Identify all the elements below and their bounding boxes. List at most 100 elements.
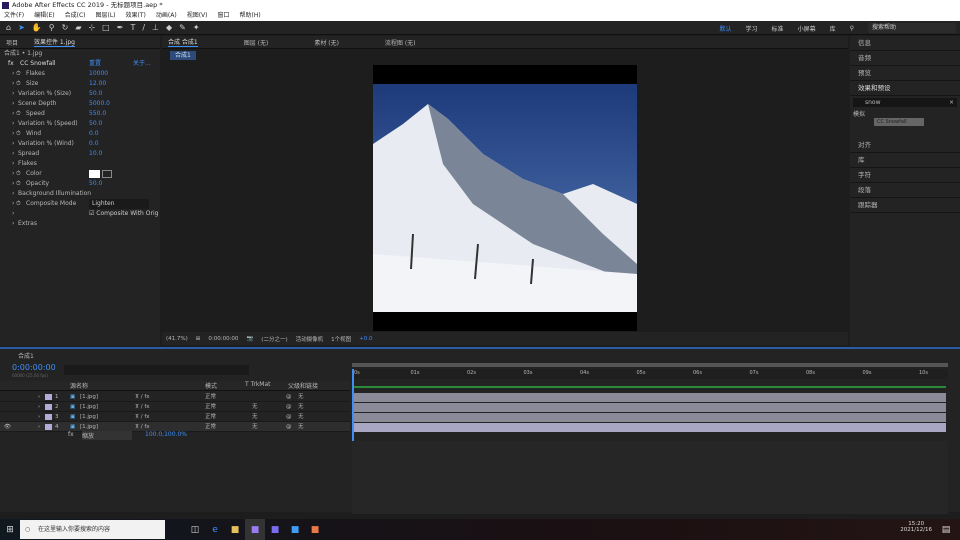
hand-tool-icon[interactable]: ✋ bbox=[32, 23, 42, 32]
time-ruler[interactable]: 0s 01s 02s 03s 04s 05s 06s 07s 08s 09s 10s bbox=[352, 369, 948, 379]
panel-audio[interactable]: 音频 bbox=[850, 51, 960, 66]
tab-layer[interactable]: 图层 (无) bbox=[244, 38, 269, 47]
workspace-default[interactable]: 默认 bbox=[720, 24, 732, 33]
menu-layer[interactable]: 图层(L) bbox=[96, 11, 116, 21]
layer-duration-bar[interactable] bbox=[354, 393, 946, 402]
rectangle-tool-icon[interactable]: □ bbox=[102, 23, 110, 32]
expand-arrow-icon[interactable]: › bbox=[12, 69, 14, 79]
col-trkmat[interactable]: T TrkMat bbox=[245, 381, 271, 388]
app-icon[interactable]: ■ bbox=[305, 519, 325, 540]
after-effects-icon[interactable]: ■ bbox=[245, 519, 265, 540]
panel-character[interactable]: 字符 bbox=[850, 168, 960, 183]
expand-arrow-icon[interactable]: › bbox=[12, 89, 14, 99]
menu-view[interactable]: 视图(V) bbox=[187, 11, 208, 21]
col-parent[interactable]: 父级和链接 bbox=[288, 381, 318, 390]
mode-dropdown[interactable]: 正常 bbox=[205, 392, 216, 402]
stopwatch-icon[interactable]: ⏱ bbox=[16, 199, 21, 209]
layer-name[interactable]: [1.jpg] bbox=[80, 402, 98, 412]
work-area-bar[interactable] bbox=[352, 363, 948, 367]
panel-align[interactable]: 对齐 bbox=[850, 138, 960, 153]
switches[interactable]: ⊼ / fx bbox=[135, 392, 150, 402]
magnification-dropdown[interactable]: (41.7%) bbox=[166, 336, 188, 342]
layer-row[interactable]: › 2 ▣ [1.jpg] ⊼ / fx 正常 无 @ 无 bbox=[0, 402, 350, 412]
mode-dropdown[interactable]: 正常 bbox=[205, 412, 216, 422]
stopwatch-icon[interactable]: ⏱ bbox=[16, 69, 21, 79]
about-button[interactable]: 关于... bbox=[133, 59, 151, 69]
expand-arrow-icon[interactable]: › bbox=[12, 109, 14, 119]
trkmat-dropdown[interactable]: 无 bbox=[252, 412, 258, 422]
category-simulation[interactable]: 模拟 bbox=[850, 109, 960, 118]
color-swatch[interactable] bbox=[89, 170, 100, 178]
parent-dropdown[interactable]: 无 bbox=[298, 412, 304, 422]
panel-paragraph[interactable]: 段落 bbox=[850, 183, 960, 198]
current-time[interactable]: 0:00:00:00 bbox=[208, 336, 238, 342]
panel-preview[interactable]: 预览 bbox=[850, 66, 960, 81]
switches[interactable]: ⊼ / fx bbox=[135, 402, 150, 412]
type-tool-icon[interactable]: T bbox=[130, 23, 135, 32]
effect-cc-snowfall[interactable]: CC Snowfall bbox=[874, 118, 924, 126]
grid-icon[interactable]: ⊞ bbox=[196, 336, 201, 342]
expand-arrow-icon[interactable]: › bbox=[12, 169, 14, 179]
layer-expand-icon[interactable]: › bbox=[38, 412, 40, 422]
composite-with-original-checkbox[interactable]: ☑ Composite With Orig bbox=[89, 209, 158, 219]
effects-search-input[interactable]: snow × bbox=[853, 98, 957, 107]
stopwatch-icon[interactable]: ⏱ bbox=[16, 169, 21, 179]
expand-arrow-icon[interactable]: › bbox=[12, 159, 14, 169]
tab-footage[interactable]: 素材 (无) bbox=[314, 38, 339, 47]
tab-flowchart[interactable]: 流程图 (无) bbox=[385, 38, 416, 47]
expand-arrow-icon[interactable]: › bbox=[12, 199, 14, 209]
exposure-value[interactable]: +0.0 bbox=[359, 336, 372, 342]
param-value[interactable]: 0.0 bbox=[89, 129, 99, 139]
col-mode[interactable]: 模式 bbox=[205, 381, 217, 390]
layer-expand-icon[interactable]: › bbox=[38, 392, 40, 402]
clock[interactable]: 15:20 2021/12/16 bbox=[900, 521, 932, 533]
expand-arrow-icon[interactable]: › bbox=[12, 119, 14, 129]
expand-arrow-icon[interactable]: › bbox=[12, 99, 14, 109]
mode-dropdown[interactable]: 正常 bbox=[205, 402, 216, 412]
param-value[interactable]: 10000 bbox=[89, 69, 108, 79]
search-icon[interactable]: ⚲ bbox=[850, 25, 854, 32]
layer-expand-icon[interactable]: › bbox=[38, 402, 40, 412]
clone-stamp-icon[interactable]: ⊥ bbox=[152, 23, 159, 32]
expand-arrow-icon[interactable]: › bbox=[12, 79, 14, 89]
stopwatch-icon[interactable]: ⏱ bbox=[16, 109, 21, 119]
views-dropdown[interactable]: 1个视图 bbox=[331, 335, 351, 343]
param-value[interactable]: 50.0 bbox=[89, 119, 102, 129]
workspace-small-screen[interactable]: 小屏幕 bbox=[798, 24, 816, 33]
stopwatch-icon[interactable]: ⏱ bbox=[16, 179, 21, 189]
menu-help[interactable]: 帮助(H) bbox=[240, 11, 261, 21]
pickwhip-icon[interactable]: @ bbox=[286, 412, 292, 422]
pickwhip-icon[interactable]: @ bbox=[286, 402, 292, 412]
param-value[interactable]: 550.0 bbox=[89, 109, 106, 119]
tab-timeline-comp[interactable]: 合成1 bbox=[18, 351, 34, 360]
stopwatch-icon[interactable]: ⏱ bbox=[16, 79, 21, 89]
composite-mode-dropdown[interactable]: Lighten bbox=[89, 199, 149, 209]
panel-libraries[interactable]: 库 bbox=[850, 153, 960, 168]
menu-effect[interactable]: 效果(T) bbox=[126, 11, 146, 21]
roto-brush-icon[interactable]: ✎ bbox=[179, 23, 186, 32]
label-color-icon[interactable] bbox=[45, 394, 52, 400]
fx-icon[interactable]: fx bbox=[8, 59, 14, 69]
menu-animation[interactable]: 动画(A) bbox=[156, 11, 177, 21]
layer-row[interactable]: › 3 ▣ [1.jpg] ⊼ / fx 正常 无 @ 无 bbox=[0, 412, 350, 422]
workspace-standard[interactable]: 标准 bbox=[772, 24, 784, 33]
param-value[interactable]: 5000.0 bbox=[89, 99, 110, 109]
help-search-input[interactable]: 搜索帮助 bbox=[868, 23, 956, 33]
task-view-icon[interactable]: ◫ bbox=[185, 519, 205, 540]
camera-tool-icon[interactable]: ▰ bbox=[75, 23, 81, 32]
taskbar-search[interactable]: ○ 在这里输入你要搜索的内容 bbox=[20, 520, 165, 539]
rotate-tool-icon[interactable]: ↻ bbox=[62, 23, 69, 32]
file-explorer-icon[interactable]: ■ bbox=[225, 519, 245, 540]
expand-arrow-icon[interactable]: › bbox=[12, 179, 14, 189]
switches[interactable]: ⊼ / fx bbox=[135, 412, 150, 422]
layer-duration-bar[interactable] bbox=[354, 403, 946, 412]
edge-icon[interactable]: e bbox=[205, 519, 225, 540]
pickwhip-icon[interactable]: @ bbox=[286, 392, 292, 402]
param-value[interactable]: 50.0 bbox=[89, 89, 102, 99]
timeline-search-input[interactable] bbox=[64, 365, 249, 375]
menu-file[interactable]: 文件(F) bbox=[4, 11, 24, 21]
eraser-icon[interactable]: ◆ bbox=[166, 23, 172, 32]
notification-icon[interactable]: ▤ bbox=[936, 519, 956, 540]
tab-project[interactable]: 项目 bbox=[6, 38, 18, 47]
windows-start-icon[interactable]: ⊞ bbox=[0, 519, 20, 540]
